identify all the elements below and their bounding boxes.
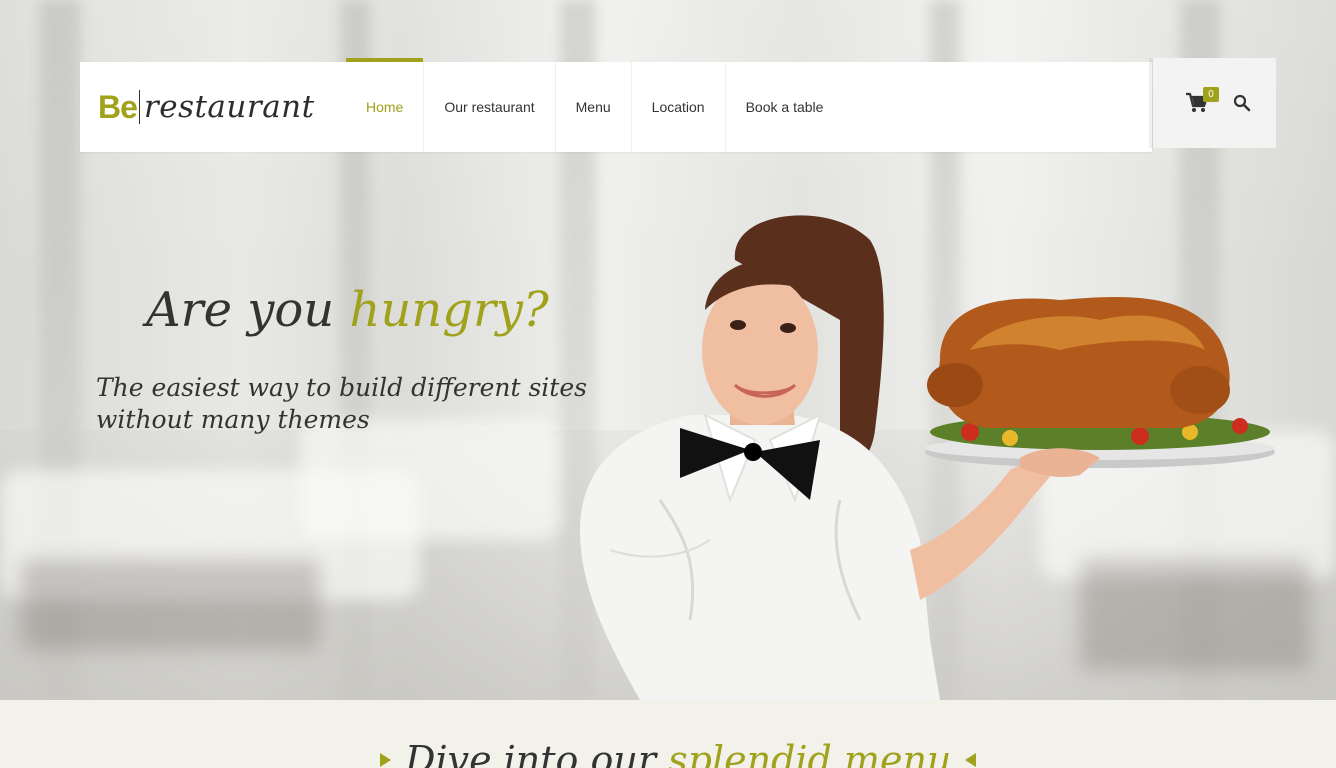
logo-be-text: Be — [98, 88, 138, 125]
nav-item-our-restaurant[interactable]: Our restaurant — [424, 62, 556, 152]
hero-tagline-line: without many themes — [96, 405, 370, 434]
nav-item-location[interactable]: Location — [632, 62, 726, 152]
hero-headline: Are you hungry? — [146, 282, 549, 338]
cart-count-badge: 0 — [1203, 87, 1219, 102]
nav-item-label: Menu — [575, 99, 611, 115]
hero-headline-accent: hungry? — [349, 282, 549, 338]
triangle-left-icon — [965, 753, 977, 767]
section-title-accent: splendid menu — [668, 738, 952, 768]
waitress-image — [580, 215, 1275, 700]
nav-item-book-a-table[interactable]: Book a table — [726, 62, 844, 152]
section-heading: Dive into our splendid menu — [380, 738, 980, 768]
nav-item-label: Book a table — [745, 99, 824, 115]
hero-headline-start: Are you — [146, 282, 350, 338]
hero-tagline: The easiest way to build different sites… — [96, 372, 616, 436]
page: Be restaurant Home Our restaurant Menu L… — [0, 0, 1336, 768]
main-header: Be restaurant Home Our restaurant Menu L… — [80, 58, 1152, 152]
nav-item-label: Location — [651, 99, 705, 115]
nav-item-label: Our restaurant — [444, 99, 535, 115]
search-icon[interactable] — [1233, 94, 1251, 112]
triangle-right-icon — [380, 753, 391, 767]
hero-tagline-line: The easiest way to build different sites — [96, 373, 587, 402]
logo-separator — [138, 90, 140, 124]
site-logo[interactable]: Be restaurant — [98, 86, 315, 128]
main-nav: Home Our restaurant Menu Location Book a… — [346, 58, 844, 152]
nav-item-label: Home — [366, 99, 404, 115]
section-title-start: Dive into our — [405, 738, 669, 768]
nav-item-menu[interactable]: Menu — [556, 62, 632, 152]
header-tools: 0 — [1153, 58, 1276, 148]
nav-item-home[interactable]: Home — [346, 58, 425, 152]
logo-name-text: restaurant — [143, 89, 315, 125]
